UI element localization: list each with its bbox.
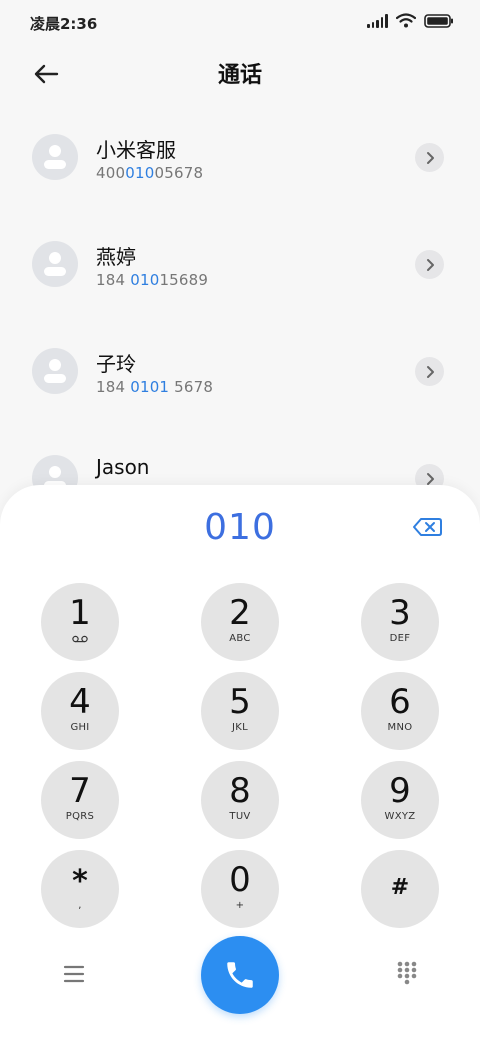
contact-item[interactable]: 燕婷 184 01015689 [0,211,480,318]
page-title: 通话 [217,63,262,88]
key-hash[interactable]: # [361,850,439,928]
key-star[interactable]: * , [41,850,119,928]
key-digit: 7 [69,771,91,811]
key-digit: 5 [229,682,251,722]
phone-screen: 凌晨2:36 通话 小米客服 40001005678 燕婷 184 010156… [0,0,480,1040]
number-match: 010 [125,164,155,182]
signal-icon [367,13,388,28]
dialer-panel: 010 1 2 ABC 3 DEF 4 GHI 5 JKL 6 MNO 7 PQ… [0,485,480,1040]
menu-icon [63,965,85,983]
phone-icon [227,962,253,988]
key-digit: 1 [69,593,91,633]
status-bar: 凌晨2:36 [0,0,480,44]
key-letters: , [78,900,82,911]
key-5[interactable]: 5 JKL [201,672,279,750]
key-0[interactable]: 0 + [201,850,279,928]
number-part: 400 [96,164,126,182]
key-letters: JKL [232,722,248,733]
avatar [32,134,78,180]
avatar [32,241,78,287]
dialed-number[interactable]: 010 [0,507,480,548]
number-part: 5678 [169,378,214,396]
dialpad-toggle-button[interactable] [394,960,420,986]
voicemail-icon [72,635,88,643]
backspace-icon [413,518,442,536]
key-digit: 3 [389,593,411,633]
menu-button[interactable] [60,960,88,988]
key-digit: 4 [69,682,91,722]
contact-number: 184 0101 5678 [96,378,213,396]
key-letters: ABC [229,633,251,644]
contact-item[interactable]: 小米客服 40001005678 [0,104,480,211]
key-letters: DEF [389,633,411,644]
key-letters: TUV [229,811,251,822]
key-digit: 8 [229,771,251,811]
key-6[interactable]: 6 MNO [361,672,439,750]
key-9[interactable]: 9 WXYZ [361,761,439,839]
status-icons [367,13,454,28]
chevron-right-icon [426,365,434,378]
contact-detail-button[interactable] [415,143,444,172]
contact-number: 184 01015689 [96,271,208,289]
key-8[interactable]: 8 TUV [201,761,279,839]
key-letters: MNO [387,722,413,733]
number-match: 0101 [130,378,170,396]
key-3[interactable]: 3 DEF [361,583,439,661]
number-part: 184 [96,271,131,289]
status-time: 凌晨2:36 [30,15,98,33]
contact-number: 40001005678 [96,164,203,182]
key-digit: * [72,864,88,899]
key-7[interactable]: 7 PQRS [41,761,119,839]
key-digit: 0 [229,860,251,900]
contact-detail-button[interactable] [415,357,444,386]
battery-icon [424,13,453,28]
backspace-button[interactable] [410,515,444,539]
key-digit: 9 [389,771,411,811]
key-letters: PQRS [65,811,95,822]
key-digit: 2 [229,593,251,633]
key-1[interactable]: 1 [41,583,119,661]
contact-name: Jason [96,455,150,479]
chevron-right-icon [426,472,434,485]
contact-name: 小米客服 [96,138,176,162]
contact-name: 燕婷 [96,245,136,269]
key-4[interactable]: 4 GHI [41,672,119,750]
contact-item[interactable]: 子玲 184 0101 5678 [0,318,480,425]
number-match: 010 [130,271,160,289]
contact-name: 子玲 [96,352,136,376]
wifi-icon [396,13,416,28]
number-part: 15689 [159,271,209,289]
chevron-right-icon [426,258,434,271]
chevron-right-icon [426,151,434,164]
key-digit: # [390,875,410,900]
key-letters: + [235,900,245,911]
call-button[interactable] [201,936,279,1014]
number-part: 05678 [154,164,204,182]
contact-detail-button[interactable] [415,250,444,279]
key-letters: WXYZ [384,811,416,822]
contact-list: 小米客服 40001005678 燕婷 184 01015689 子玲 184 … [0,104,480,532]
avatar [32,348,78,394]
key-letters: GHI [70,722,90,733]
header: 通话 [0,44,480,100]
key-2[interactable]: 2 ABC [201,583,279,661]
number-part: 184 [96,378,131,396]
key-digit: 6 [389,682,411,722]
dialpad-icon [397,961,417,985]
